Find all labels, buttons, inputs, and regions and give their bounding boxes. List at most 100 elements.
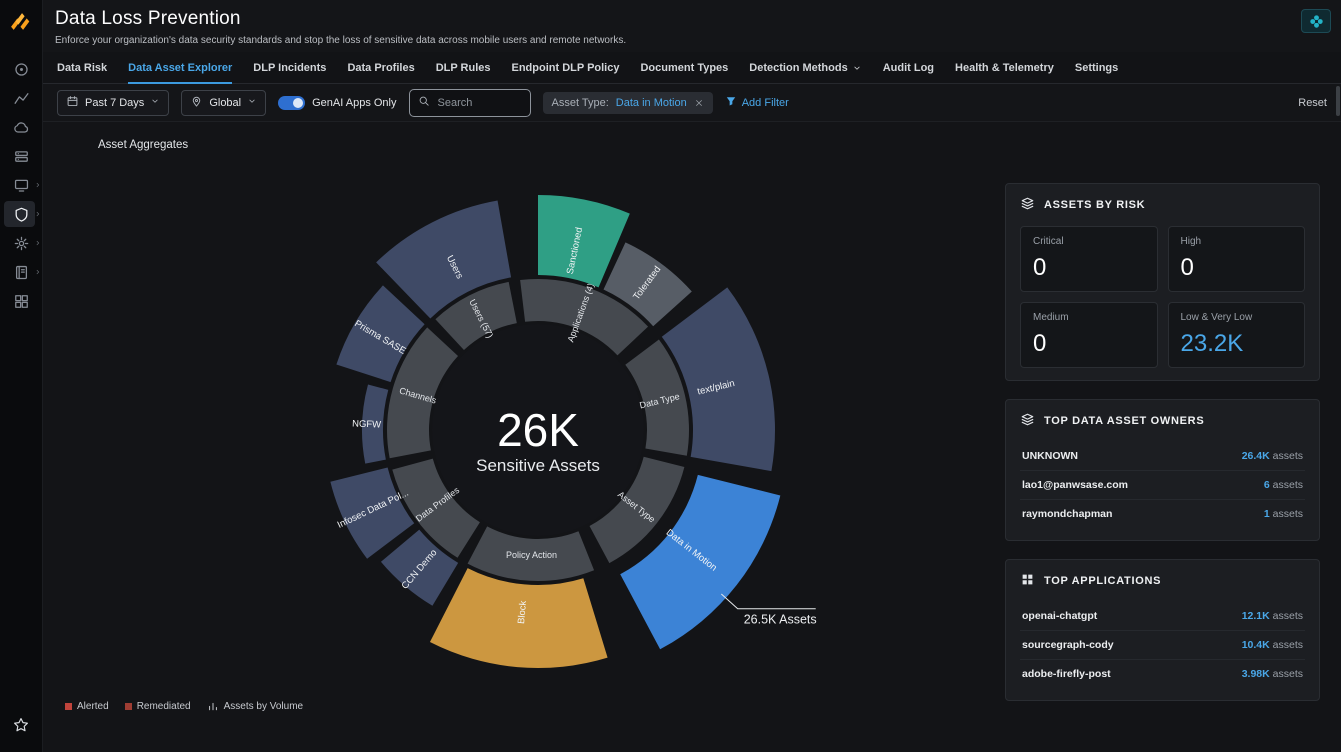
tab-document-types[interactable]: Document Types: [640, 52, 728, 83]
chevron-down-icon: [852, 63, 862, 73]
center-value: 26K: [497, 404, 579, 456]
list-item-lao1-panwsase-com[interactable]: lao1@panwsase.com 6 assets: [1020, 471, 1305, 500]
tab-label: Settings: [1075, 62, 1118, 74]
tab-label: Endpoint DLP Policy: [512, 62, 620, 74]
item-value: 6 assets: [1264, 479, 1303, 491]
scope-dropdown[interactable]: Global: [181, 90, 266, 116]
card-header: TOP APPLICATIONS: [1020, 572, 1305, 590]
search-input[interactable]: [436, 96, 522, 110]
list-item-sourcegraph-cody[interactable]: sourcegraph-cody 10.4K assets: [1020, 631, 1305, 660]
sunburst-chart[interactable]: Applications (4)Data TypeAsset TypePolic…: [43, 122, 1035, 752]
sidebar-nav: [0, 55, 43, 316]
tab-data-profiles[interactable]: Data Profiles: [347, 52, 414, 83]
globe-pin-icon: [190, 95, 203, 108]
list-item-adobe-firefly-post[interactable]: adobe-firefly-post3.98K assets: [1020, 660, 1305, 688]
tab-audit-log[interactable]: Audit Log: [883, 52, 934, 83]
tile-label: High: [1181, 236, 1293, 247]
item-name: openai-chatgpt: [1022, 610, 1097, 622]
tile-label: Critical: [1033, 236, 1145, 247]
add-filter-label: Add Filter: [742, 97, 789, 109]
item-value: 12.1K assets: [1242, 610, 1303, 622]
tile-value: 0: [1033, 330, 1145, 358]
tile-value: 23.2K: [1181, 330, 1293, 358]
tab-settings[interactable]: Settings: [1075, 52, 1118, 83]
time-range-value: Past 7 Days: [85, 97, 144, 109]
tab-label: DLP Rules: [436, 62, 491, 74]
list-item-unknown[interactable]: UNKNOWN26.4K assets: [1020, 442, 1305, 471]
risk-tile-low-very-low: Low & Very Low23.2K: [1168, 302, 1306, 368]
search-icon: [418, 95, 430, 107]
sidebar-item-sparkle[interactable]: [0, 229, 43, 257]
server-icon: [13, 148, 30, 165]
ai-assistant-icon: [1309, 14, 1324, 29]
callout-line: [721, 594, 815, 609]
sidebar-item-activity[interactable]: [0, 84, 43, 112]
chevron-down-icon: [247, 96, 257, 106]
favorites-star-icon[interactable]: [13, 717, 29, 738]
filter-funnel-icon: [725, 95, 737, 107]
tab-label: Document Types: [640, 62, 728, 74]
tab-label: Audit Log: [883, 62, 934, 74]
top-data-asset-owners-card: TOP DATA ASSET OWNERS UNKNOWN26.4K asset…: [1005, 399, 1320, 541]
tab-data-risk[interactable]: Data Risk: [57, 52, 107, 83]
sunburst-segment-block[interactable]: [430, 568, 608, 668]
assets-by-risk-card: ASSETS BY RISK Critical0High0Medium0Low …: [1005, 183, 1320, 381]
sidebar-item-blocks[interactable]: [0, 287, 43, 315]
chevron-down-icon: [150, 96, 160, 106]
chip-close-icon[interactable]: [694, 98, 704, 108]
sidebar-item-server[interactable]: [0, 142, 43, 170]
activity-icon: [13, 90, 30, 107]
time-range-dropdown[interactable]: Past 7 Days: [57, 90, 169, 116]
tab-health-telemetry[interactable]: Health & Telemetry: [955, 52, 1054, 83]
tile-value: 0: [1033, 254, 1145, 282]
card-title: TOP APPLICATIONS: [1044, 575, 1161, 587]
tab-label: Data Risk: [57, 62, 107, 74]
toggle-label: GenAI Apps Only: [312, 97, 396, 109]
chip-value: Data in Motion: [616, 97, 687, 109]
sidebar-item-notebook[interactable]: [0, 258, 43, 286]
item-value: 1 assets: [1264, 508, 1303, 520]
tile-value: 0: [1181, 254, 1293, 282]
cloud-icon: [13, 119, 30, 136]
tab-label: DLP Incidents: [253, 62, 326, 74]
tab-data-asset-explorer[interactable]: Data Asset Explorer: [128, 52, 232, 83]
card-title: ASSETS BY RISK: [1044, 199, 1145, 211]
risk-tile-medium: Medium0: [1020, 302, 1158, 368]
genai-apps-toggle[interactable]: GenAI Apps Only: [278, 96, 396, 110]
tab-detection-methods[interactable]: Detection Methods: [749, 52, 861, 83]
shield-icon: [13, 206, 30, 223]
legend-item-assets-by-volume: Assets by Volume: [207, 700, 303, 712]
tab-dlp-rules[interactable]: DLP Rules: [436, 52, 491, 83]
ai-assistant-button[interactable]: [1301, 9, 1331, 33]
sidebar-item-monitor[interactable]: [0, 171, 43, 199]
sidebar-item-cloud[interactable]: [0, 113, 43, 141]
sunburst-segment-ngfw[interactable]: [362, 384, 388, 463]
calendar-icon: [66, 95, 79, 108]
item-value: 3.98K assets: [1242, 668, 1303, 680]
chip-label: Asset Type:: [552, 97, 609, 109]
item-value: 10.4K assets: [1242, 639, 1303, 651]
right-panel: ASSETS BY RISK Critical0High0Medium0Low …: [1005, 183, 1320, 701]
chevron-right-icon: [34, 239, 42, 247]
reset-button[interactable]: Reset: [1298, 97, 1327, 109]
item-name: lao1@panwsase.com: [1022, 479, 1128, 491]
tab-endpoint-dlp-policy[interactable]: Endpoint DLP Policy: [512, 52, 620, 83]
tab-dlp-incidents[interactable]: DLP Incidents: [253, 52, 326, 83]
toggle-track[interactable]: [278, 96, 305, 110]
content-region: Asset Aggregates Applications (4)Data Ty…: [43, 122, 1341, 752]
add-filter-button[interactable]: Add Filter: [725, 95, 789, 110]
risk-tile-high: High 0: [1168, 226, 1306, 292]
palo-alto-logo-icon[interactable]: [9, 9, 34, 39]
tab-label: Data Asset Explorer: [128, 62, 232, 74]
item-name: sourcegraph-cody: [1022, 639, 1114, 651]
monitor-icon: [13, 177, 30, 194]
search-box: [409, 89, 531, 117]
list-item-openai-chatgpt[interactable]: openai-chatgpt 12.1K assets: [1020, 602, 1305, 631]
sidebar-item-dashboard[interactable]: [0, 55, 43, 83]
top-applications-card: TOP APPLICATIONS openai-chatgpt 12.1K ass…: [1005, 559, 1320, 701]
volume-bars-icon: [207, 700, 219, 712]
toggle-knob: [293, 98, 303, 108]
list-item-raymondchapman[interactable]: raymondchapman1 assets: [1020, 500, 1305, 528]
scrollbar-thumb[interactable]: [1336, 86, 1340, 116]
sidebar-item-shield[interactable]: [0, 200, 43, 228]
